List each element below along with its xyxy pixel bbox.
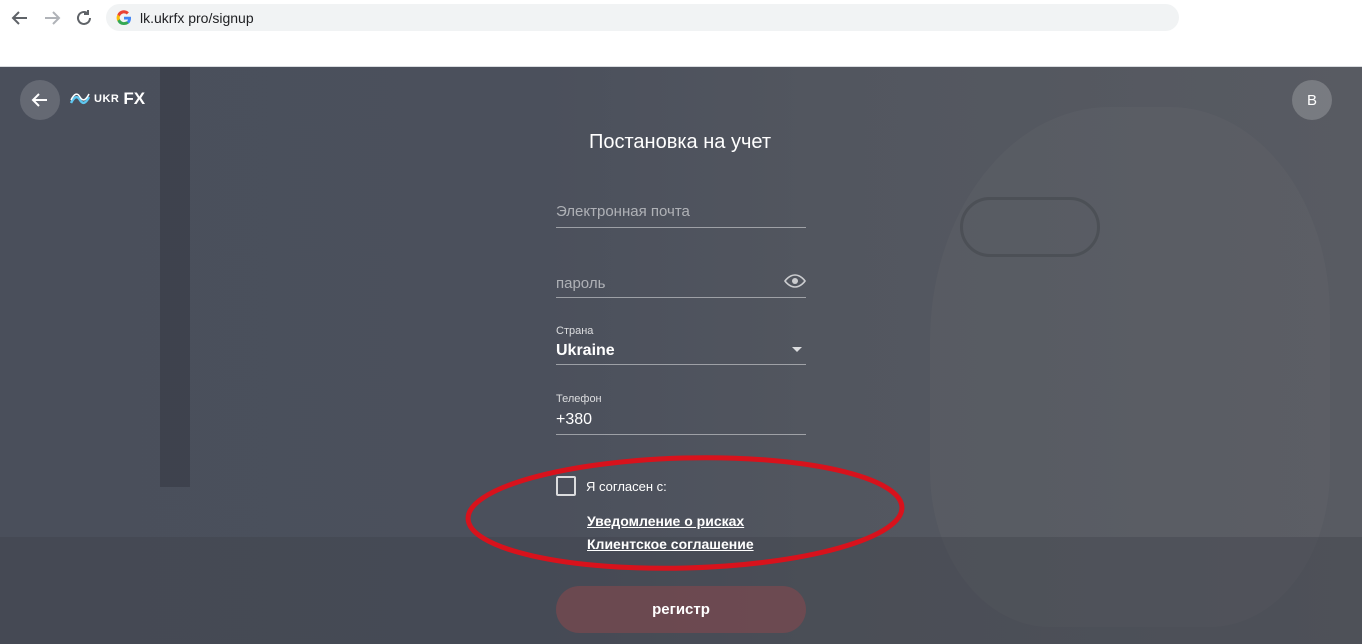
password-placeholder: пароль (556, 275, 606, 292)
agree-checkbox[interactable] (556, 476, 576, 496)
email-placeholder: Электронная почта (556, 203, 690, 220)
register-button[interactable]: регистр (556, 586, 806, 633)
google-icon (116, 9, 131, 25)
address-bar[interactable]: lk.ukrfx pro/signup (106, 4, 1179, 31)
signup-page: UKR FX B Постановка на учет Электронная … (0, 67, 1362, 644)
browser-toolbar: lk.ukrfx pro/signup (0, 0, 1362, 67)
ukrfx-logo[interactable]: UKR FX (70, 89, 145, 109)
browser-forward-button[interactable] (40, 6, 64, 30)
url-text: lk.ukrfx pro/signup (140, 9, 254, 26)
page-back-button[interactable] (20, 80, 60, 120)
background-decoration (160, 67, 190, 487)
chevron-down-icon (792, 347, 802, 352)
risk-notice-link[interactable]: Уведомление о рисках (587, 513, 744, 529)
phone-field[interactable]: Телефон +380 (556, 393, 806, 435)
reload-icon (77, 10, 91, 25)
forward-arrow-icon (45, 11, 61, 25)
password-field[interactable]: пароль (556, 265, 806, 298)
language-button[interactable]: B (1292, 80, 1332, 120)
agree-label: Я согласен с: (586, 478, 667, 494)
phone-value: +380 (556, 411, 593, 428)
back-arrow-icon (11, 11, 27, 25)
logo-text-fx: FX (123, 89, 146, 108)
page-title: Постановка на учет (589, 131, 771, 153)
email-field[interactable]: Электронная почта (556, 193, 806, 228)
logo-mark-icon (70, 93, 90, 105)
browser-reload-button[interactable] (72, 6, 96, 30)
agree-row: Я согласен с: (556, 476, 667, 496)
country-label: Страна (556, 325, 594, 337)
country-value: Ukraine (556, 342, 615, 359)
eye-icon[interactable] (784, 273, 806, 289)
logo-text-ukr: UKR (94, 93, 120, 105)
back-arrow-icon (31, 93, 47, 107)
phone-label: Телефон (556, 393, 602, 405)
client-agreement-link[interactable]: Клиентское соглашение (587, 536, 754, 552)
browser-back-button[interactable] (8, 6, 32, 30)
background-decoration (960, 197, 1100, 257)
country-select[interactable]: Страна Ukraine (556, 325, 806, 365)
